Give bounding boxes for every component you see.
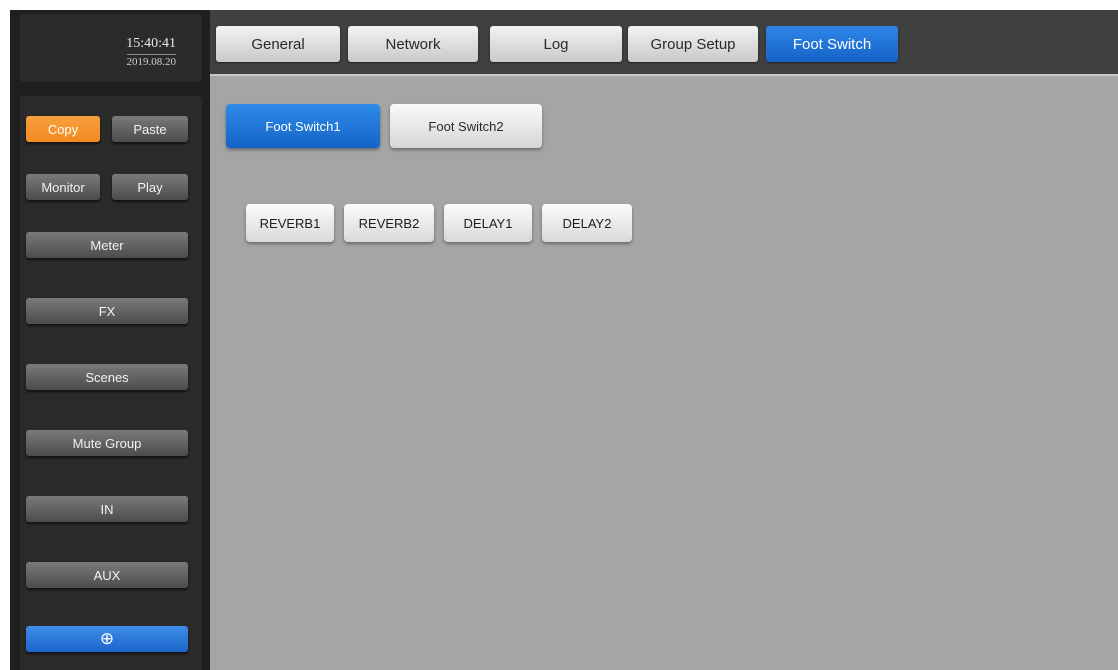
scenes-button[interactable]: Scenes [26,364,188,390]
top-tab-bar: General Network Log Group Setup Foot Swi… [210,10,1118,74]
sidebar: Copy Paste Monitor Play Meter FX Scenes … [20,96,202,670]
play-button[interactable]: Play [112,174,188,200]
monitor-button[interactable]: Monitor [26,174,100,200]
foot-switch-content: Foot Switch1 Foot Switch2 REVERB1 REVERB… [210,74,1118,670]
aux-button[interactable]: AUX [26,562,188,588]
crosshair-icon: ⊕ [99,629,115,648]
clock-panel: 15:40:41 2019.08.20 [20,14,202,82]
mute-group-button[interactable]: Mute Group [26,430,188,456]
clock-date: 2019.08.20 [126,54,176,68]
reverb1-button[interactable]: REVERB1 [246,204,334,242]
fx-button[interactable]: FX [26,298,188,324]
tab-foot-switch[interactable]: Foot Switch [766,26,898,62]
tab-network[interactable]: Network [348,26,478,62]
meter-button[interactable]: Meter [26,232,188,258]
reverb2-button[interactable]: REVERB2 [344,204,434,242]
subtab-foot-switch-2[interactable]: Foot Switch2 [390,104,542,148]
subtab-foot-switch-1[interactable]: Foot Switch1 [226,104,380,148]
delay2-button[interactable]: DELAY2 [542,204,632,242]
tab-log[interactable]: Log [490,26,622,62]
delay1-button[interactable]: DELAY1 [444,204,532,242]
paste-button[interactable]: Paste [112,116,188,142]
divider [210,74,1118,76]
clock-time: 15:40:41 [126,36,176,51]
copy-button[interactable]: Copy [26,116,100,142]
tab-group-setup[interactable]: Group Setup [628,26,758,62]
in-button[interactable]: IN [26,496,188,522]
tab-general[interactable]: General [216,26,340,62]
crosshair-button[interactable]: ⊕ [26,626,188,652]
